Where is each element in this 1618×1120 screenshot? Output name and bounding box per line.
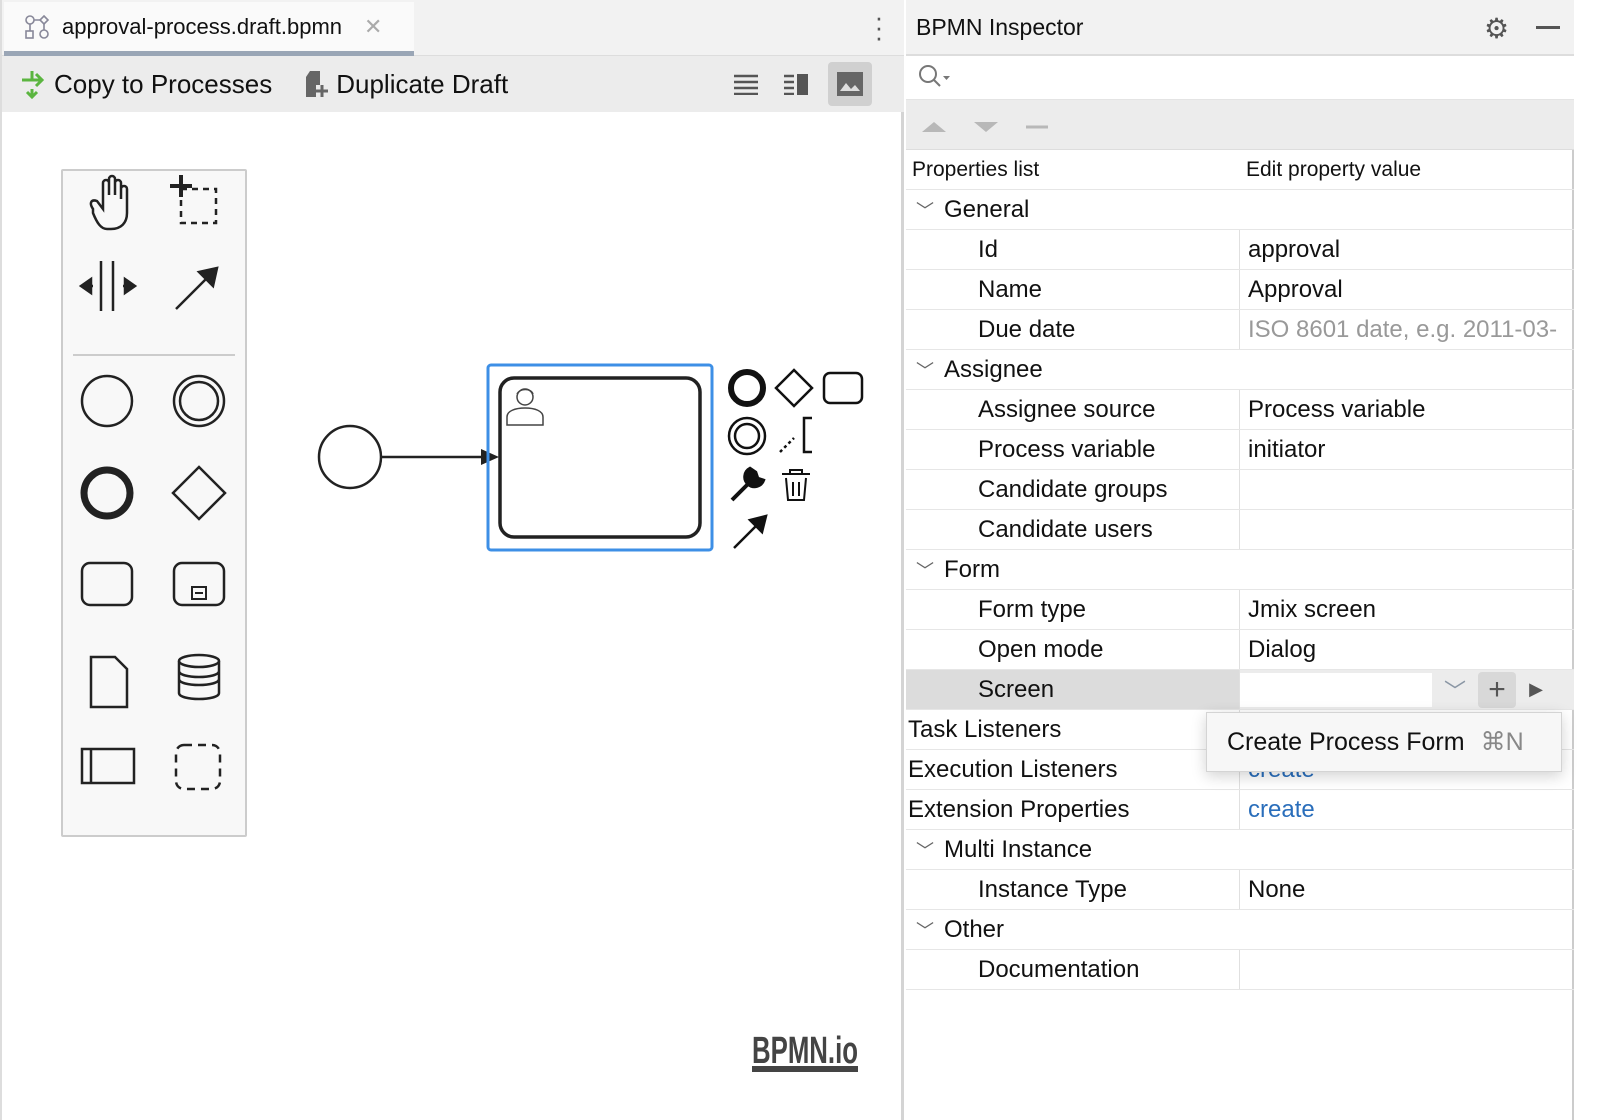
bpmn-editor: approval-process.draft.bpmn ✕ · · · Copy t… [0,0,904,1120]
expand-right-icon[interactable]: ▶ [1516,679,1556,700]
property-search-input[interactable] [906,56,1574,100]
trash-icon[interactable] [782,469,810,501]
edit-property-value-header: Edit property value [1246,158,1422,181]
property-label: Candidate users [906,510,1240,549]
create-link[interactable]: create [1240,796,1574,824]
property-label: Assignee source [906,390,1240,429]
group-label: Multi Instance [944,835,1093,863]
property-label: Name [906,270,1240,309]
screen-select-input[interactable] [1240,672,1432,707]
property-label: Id [906,230,1240,269]
bpmn-io-logo[interactable]: BPMN.io [752,1030,858,1072]
svg-text:BPMN.io: BPMN.io [752,1030,858,1072]
property-label: Documentation [906,950,1240,989]
property-row[interactable]: Open mode Dialog [906,630,1574,670]
chevron-down-icon[interactable]: ﹀ [906,917,944,943]
property-label: Due date [906,310,1240,349]
text-annotation-icon[interactable] [779,416,812,454]
inspector-toolbar [906,100,1574,150]
property-group[interactable]: ﹀ Assignee [906,350,1574,390]
property-row[interactable]: Candidate groups [906,470,1574,510]
property-value[interactable]: Dialog [1240,636,1574,664]
property-label: Task Listeners [906,710,1240,749]
property-label: Process variable [906,430,1240,469]
group-label: Assignee [944,355,1043,383]
property-label: Extension Properties [906,790,1240,829]
screen-field: ﹀ + ▶ [1240,670,1574,709]
context-pad [727,368,864,549]
create-process-form-menu-item[interactable]: Create Process Form ⌘N [1206,712,1562,772]
property-label: Open mode [906,630,1240,669]
property-row[interactable]: Process variable initiator [906,430,1574,470]
property-value[interactable]: None [1240,876,1574,904]
property-value[interactable]: Process variable [1240,396,1574,424]
start-event[interactable] [317,424,383,490]
group-header[interactable]: ﹀ Other [906,910,1240,949]
chevron-down-icon[interactable]: ﹀ [906,197,944,223]
property-row[interactable]: Screen ﹀ + ▶ [906,670,1574,710]
properties-list-header: Properties list [912,158,1040,181]
property-row[interactable]: Documentation [906,950,1574,990]
property-group[interactable]: ﹀ Other [906,910,1574,950]
property-group[interactable]: ﹀ Multi Instance [906,830,1574,870]
property-row[interactable]: Instance Type None [906,870,1574,910]
property-row[interactable]: Name Approval [906,270,1574,310]
group-header[interactable]: ﹀ Multi Instance [906,830,1240,869]
property-row[interactable]: Extension Properties create [906,790,1574,830]
group-header[interactable]: ﹀ Assignee [906,350,1240,389]
group-header[interactable]: ﹀ General [906,190,1240,229]
chevron-down-icon[interactable]: ﹀ [1432,674,1478,706]
property-row[interactable]: Candidate users [906,510,1574,550]
append-intermediate-event-icon[interactable] [727,416,767,456]
append-end-event-icon[interactable] [728,369,766,407]
inspector-title: BPMN Inspector [916,13,1084,40]
approval-task[interactable] [498,376,702,539]
append-gateway-icon[interactable] [774,368,814,408]
group-label: Other [944,915,1005,943]
chevron-down-icon[interactable]: ﹀ [906,557,944,583]
arrowhead [481,449,499,465]
chevron-down-icon[interactable]: ﹀ [906,357,944,383]
gear-icon[interactable]: ⚙ [1484,12,1509,45]
property-label: Candidate groups [906,470,1240,509]
group-header[interactable]: ﹀ Form [906,550,1240,589]
property-label: Instance Type [906,870,1240,909]
properties-header: Properties list Edit property value [906,150,1574,190]
property-value[interactable]: initiator [1240,436,1574,464]
inspector-title-bar: BPMN Inspector ⚙ [906,0,1574,56]
move-up-icon[interactable] [922,122,946,132]
property-row[interactable]: Id approval [906,230,1574,270]
menu-item-label: Create Process Form [1227,727,1465,756]
menu-item-shortcut: ⌘N [1480,728,1524,756]
property-row[interactable]: Due date ISO 8601 date, e.g. 2011-03- [906,310,1574,350]
property-row[interactable]: Form type Jmix screen [906,590,1574,630]
property-label: Screen [906,670,1240,709]
property-value-input[interactable]: ISO 8601 date, e.g. 2011-03- [1240,316,1574,344]
property-value[interactable]: Approval [1240,276,1574,304]
add-icon[interactable]: + [1478,671,1516,708]
minimize-icon[interactable] [1536,26,1560,29]
group-label: Form [944,555,1000,583]
property-group[interactable]: ﹀ Form [906,550,1574,590]
property-value[interactable]: Jmix screen [1240,596,1574,624]
group-label: General [944,195,1030,223]
property-label: Form type [906,590,1240,629]
property-label: Execution Listeners [906,750,1240,789]
property-group[interactable]: ﹀ General [906,190,1574,230]
property-row[interactable]: Assignee source Process variable [906,390,1574,430]
append-task-icon[interactable] [822,371,864,405]
connect-icon[interactable] [733,514,768,549]
wrench-icon[interactable] [730,466,766,502]
chevron-down-icon[interactable]: ﹀ [906,837,944,863]
property-value[interactable]: approval [1240,236,1574,264]
bpmn-inspector: BPMN Inspector ⚙ Properties list Edit pr… [906,0,1574,1120]
move-down-icon[interactable] [974,122,998,132]
search-icon [919,65,950,87]
